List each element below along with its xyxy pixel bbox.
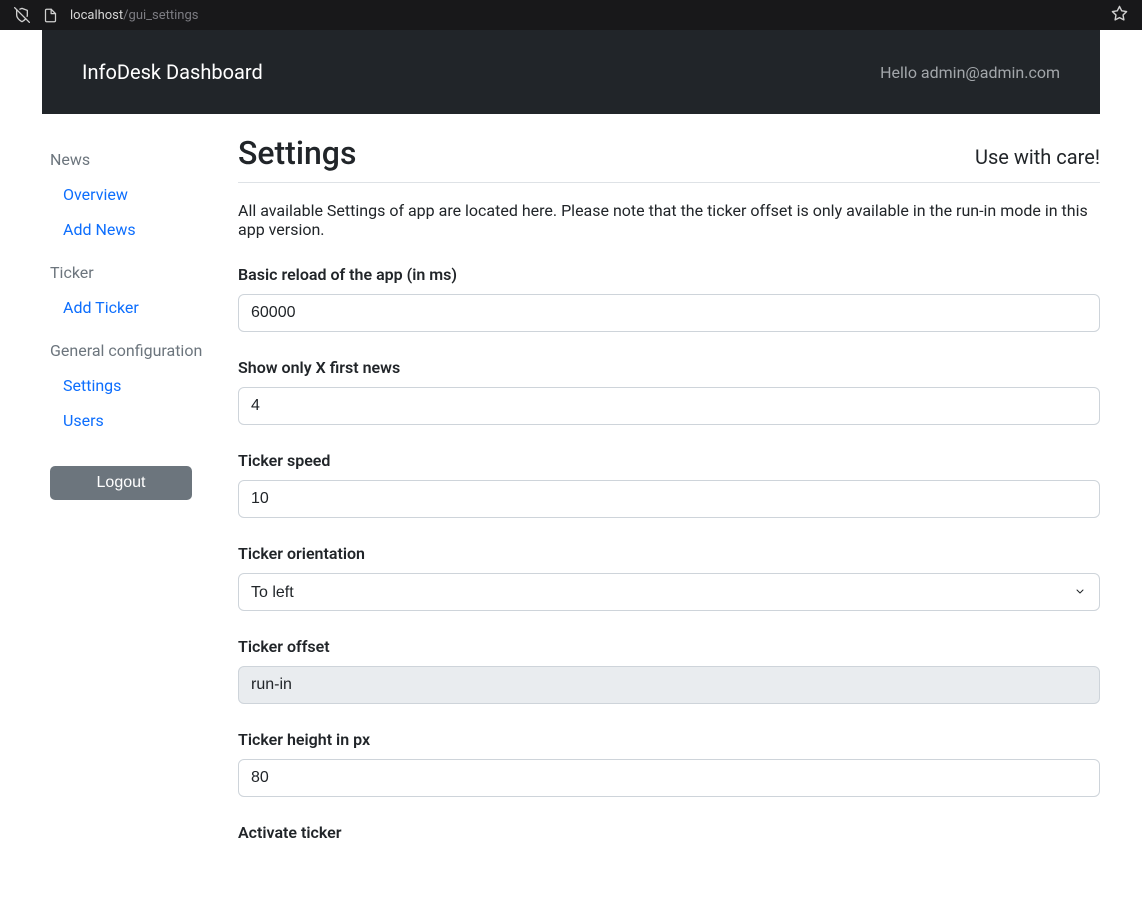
title-row: Settings Use with care! (238, 134, 1100, 183)
address-left: localhost/gui_settings (14, 7, 198, 23)
user-greeting: Hello admin@admin.com (880, 63, 1060, 82)
logout-button[interactable]: Logout (50, 466, 192, 500)
app-header: InfoDesk Dashboard Hello admin@admin.com (42, 30, 1100, 114)
select-ticker-orientation[interactable]: To left (238, 573, 1100, 611)
sidebar: News Overview Add News Ticker Add Ticker… (50, 134, 238, 500)
label-reload: Basic reload of the app (in ms) (238, 265, 1100, 284)
field-reload: Basic reload of the app (in ms) (238, 265, 1100, 332)
input-ticker-speed[interactable] (238, 480, 1100, 518)
sidebar-item-users[interactable]: Users (50, 405, 238, 436)
bookmark-star-icon[interactable] (1111, 5, 1128, 26)
nav-header-news: News (50, 150, 238, 169)
input-first-news[interactable] (238, 387, 1100, 425)
url-path: /gui_settings (123, 8, 198, 23)
shield-off-icon (14, 7, 30, 23)
page-container: InfoDesk Dashboard Hello admin@admin.com… (0, 30, 1142, 908)
url-host: localhost (70, 8, 123, 23)
input-ticker-offset (238, 666, 1100, 704)
label-first-news: Show only X first news (238, 358, 1100, 377)
nav-header-general: General configuration (50, 341, 238, 360)
nav-header-ticker: Ticker (50, 263, 238, 282)
input-ticker-height[interactable] (238, 759, 1100, 797)
label-activate-ticker: Activate ticker (238, 823, 1100, 842)
page-title: Settings (238, 134, 356, 172)
page-icon (42, 7, 58, 23)
select-wrap-orientation: To left (238, 573, 1100, 611)
title-warning: Use with care! (975, 145, 1100, 169)
field-activate-ticker: Activate ticker (238, 823, 1100, 842)
input-reload[interactable] (238, 294, 1100, 332)
label-ticker-orientation: Ticker orientation (238, 544, 1100, 563)
field-ticker-orientation: Ticker orientation To left (238, 544, 1100, 611)
brand-title[interactable]: InfoDesk Dashboard (82, 60, 263, 84)
field-ticker-offset: Ticker offset (238, 637, 1100, 704)
field-ticker-speed: Ticker speed (238, 451, 1100, 518)
sidebar-item-overview[interactable]: Overview (50, 179, 238, 210)
content-area: News Overview Add News Ticker Add Ticker… (42, 114, 1100, 908)
browser-address-bar: localhost/gui_settings (0, 0, 1142, 30)
settings-description: All available Settings of app are locate… (238, 201, 1100, 239)
field-first-news: Show only X first news (238, 358, 1100, 425)
label-ticker-height: Ticker height in px (238, 730, 1100, 749)
sidebar-item-settings[interactable]: Settings (50, 370, 238, 401)
sidebar-item-add-ticker[interactable]: Add Ticker (50, 292, 238, 323)
sidebar-item-add-news[interactable]: Add News (50, 214, 238, 245)
label-ticker-speed: Ticker speed (238, 451, 1100, 470)
url-text[interactable]: localhost/gui_settings (70, 8, 198, 23)
main-panel: Settings Use with care! All available Se… (238, 134, 1100, 868)
label-ticker-offset: Ticker offset (238, 637, 1100, 656)
field-ticker-height: Ticker height in px (238, 730, 1100, 797)
